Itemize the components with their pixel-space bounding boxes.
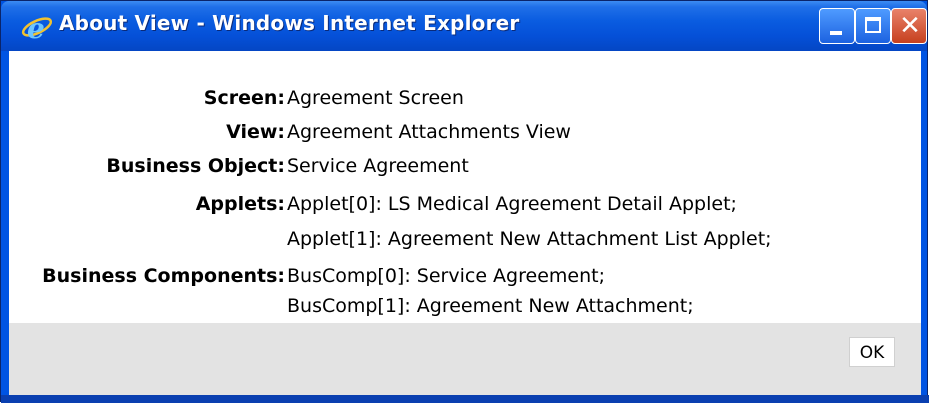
screen-label: Screen:: [203, 87, 285, 109]
about-view-window: e About View - Windows Internet Explorer…: [0, 0, 929, 403]
window-bottom-border: [1, 395, 929, 403]
title-bar[interactable]: e About View - Windows Internet Explorer…: [1, 1, 927, 51]
minimize-button[interactable]: [819, 8, 855, 44]
applets-label: Applets:: [195, 193, 285, 215]
business-object-value: Service Agreement: [287, 155, 469, 177]
view-details: Screen: Agreement Screen View: Agreement…: [9, 51, 921, 323]
maximize-icon: [865, 17, 881, 33]
dialog-footer: OK: [9, 323, 921, 395]
svg-text:e: e: [27, 12, 45, 43]
close-icon: ✕: [899, 11, 921, 41]
business-component-item: BusComp[1]: Agreement New Attachment;: [287, 295, 694, 317]
business-component-item: BusComp[0]: Service Agreement;: [287, 265, 605, 287]
internet-explorer-icon: e: [21, 12, 53, 43]
minimize-icon: [830, 31, 842, 35]
screen-value: Agreement Screen: [287, 87, 464, 109]
view-value: Agreement Attachments View: [287, 121, 571, 143]
window-title: About View - Windows Internet Explorer: [59, 11, 520, 35]
business-components-label: Business Components:: [42, 265, 285, 287]
maximize-button[interactable]: [855, 8, 891, 44]
ok-button[interactable]: OK: [849, 337, 895, 367]
view-label: View:: [226, 121, 285, 143]
business-object-label: Business Object:: [106, 155, 285, 177]
applet-item: Applet[1]: Agreement New Attachment List…: [287, 228, 772, 250]
dialog-client-area: Screen: Agreement Screen View: Agreement…: [9, 51, 921, 395]
applet-item: Applet[0]: LS Medical Agreement Detail A…: [287, 193, 737, 215]
close-button[interactable]: ✕: [891, 8, 927, 44]
